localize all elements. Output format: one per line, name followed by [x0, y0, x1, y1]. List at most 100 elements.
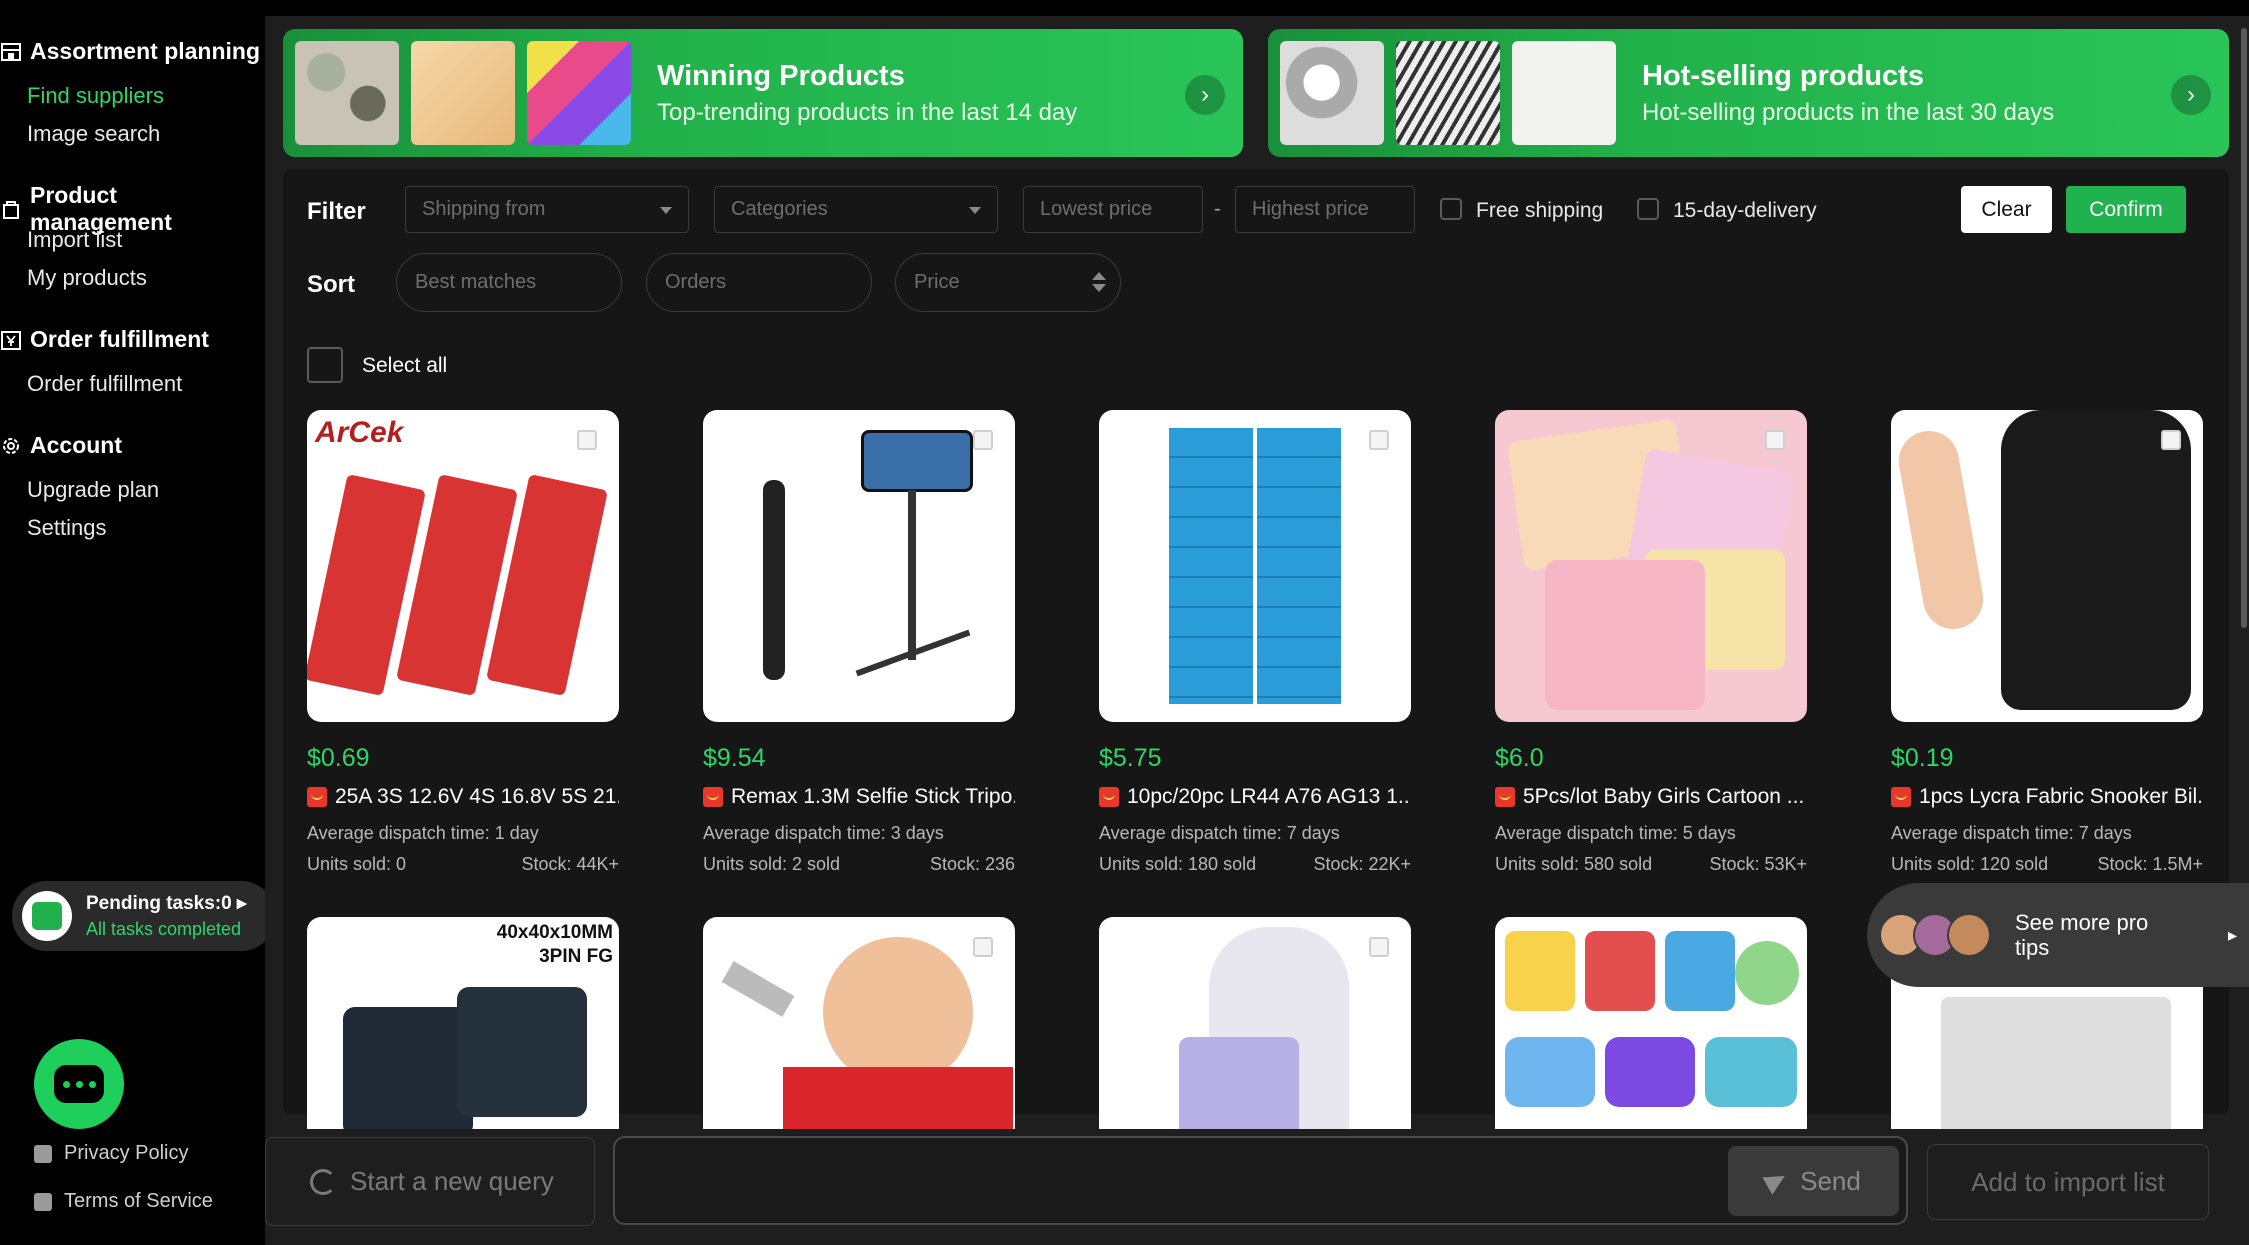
banner-winning-products[interactable]: Winning Products Top-trending products i…: [283, 29, 1243, 157]
price-range-dash: -: [1214, 198, 1221, 220]
delivery-checkbox[interactable]: [1637, 198, 1659, 220]
product-price: $9.54: [703, 744, 766, 772]
lowest-price-input[interactable]: Lowest price: [1023, 186, 1203, 233]
product-select-checkbox[interactable]: [1369, 430, 1389, 450]
sidebar-item-upgrade-plan[interactable]: Upgrade plan: [27, 477, 159, 503]
store-icon: [0, 41, 22, 63]
free-shipping-checkbox[interactable]: [1440, 198, 1462, 220]
privacy-policy-link[interactable]: Privacy Policy: [34, 1142, 188, 1165]
product-select-checkbox[interactable]: [973, 937, 993, 957]
section-title: Account: [30, 432, 122, 458]
banner-thumb: [527, 41, 631, 145]
product-name[interactable]: 10pc/20pc LR44 A76 AG13 1....: [1099, 785, 1411, 809]
sort-orders[interactable]: Orders: [646, 253, 872, 312]
yen-box-icon: [0, 329, 22, 351]
chevron-right-icon[interactable]: ›: [2171, 75, 2211, 115]
gear-icon: [0, 435, 22, 457]
sidebar-item-my-products[interactable]: My products: [27, 265, 147, 291]
clear-button[interactable]: Clear: [1961, 186, 2052, 233]
sidebar-item-order-fulfillment[interactable]: Order fulfillment: [27, 371, 182, 397]
confirm-button[interactable]: Confirm: [2066, 186, 2186, 233]
banner-title: Winning Products: [657, 59, 905, 92]
product-card[interactable]: $0.19 1pcs Lycra Fabric Snooker Bil... A…: [1891, 410, 2203, 875]
pro-tips-pill[interactable]: See more pro tips ▸: [1867, 883, 2249, 987]
product-card[interactable]: [1099, 917, 1411, 1129]
add-to-import-list-button[interactable]: Add to import list: [1927, 1144, 2209, 1220]
sort-price[interactable]: Price: [895, 253, 1121, 312]
terms-link[interactable]: Terms of Service: [34, 1190, 213, 1213]
sidebar-item-image-search[interactable]: Image search: [27, 121, 160, 147]
section-title: Order fulfillment: [30, 326, 209, 352]
product-card[interactable]: [1495, 917, 1807, 1129]
send-icon: [1762, 1167, 1790, 1195]
product-card[interactable]: ArCek $0.69 25A 3S 12.6V 4S 16.8V 5S 21.…: [307, 410, 619, 875]
product-name-text: 5Pcs/lot Baby Girls Cartoon ...: [1523, 785, 1805, 808]
product-name[interactable]: 1pcs Lycra Fabric Snooker Bil...: [1891, 785, 2203, 809]
section-title: Assortment planning: [30, 38, 261, 64]
stock: Stock: 236: [929, 854, 1015, 874]
categories-value: Categories: [731, 198, 828, 220]
select-all-checkbox[interactable]: [307, 347, 343, 383]
banner-thumb: [411, 41, 515, 145]
product-select-checkbox[interactable]: [973, 430, 993, 450]
product-image[interactable]: [1891, 410, 2203, 722]
banner-hot-selling[interactable]: Hot-selling products Hot-selling product…: [1268, 29, 2229, 157]
product-image[interactable]: [1099, 410, 1411, 722]
stock: Stock: 44K+: [521, 854, 619, 874]
caret-right-icon: ▸: [237, 893, 247, 914]
send-button[interactable]: Send: [1728, 1146, 1899, 1216]
chat-button[interactable]: [34, 1039, 124, 1129]
product-image[interactable]: ArCek: [307, 410, 619, 722]
product-name[interactable]: 25A 3S 12.6V 4S 16.8V 5S 21...: [307, 785, 619, 809]
dispatch-time: Average dispatch time: 5 days: [1495, 823, 1736, 843]
sort-label: Sort: [307, 271, 355, 298]
product-card[interactable]: [703, 917, 1015, 1129]
chat-icon: [54, 1065, 104, 1103]
product-image[interactable]: [703, 410, 1015, 722]
calendar-icon: [22, 891, 72, 941]
dispatch-time: Average dispatch time: 7 days: [1099, 823, 1340, 843]
delivery-label: 15-day-delivery: [1673, 199, 1817, 222]
product-select-checkbox[interactable]: [1765, 430, 1785, 450]
sidebar-item-find-suppliers[interactable]: Find suppliers: [27, 83, 164, 109]
shipping-from-value: Shipping from: [422, 198, 546, 220]
product-price: $6.0: [1495, 744, 1544, 772]
product-image[interactable]: [1495, 410, 1807, 722]
sidebar-section-account: Account: [0, 432, 122, 459]
product-card[interactable]: $9.54 Remax 1.3M Selfie Stick Tripo... A…: [703, 410, 1015, 875]
product-name[interactable]: 5Pcs/lot Baby Girls Cartoon ...: [1495, 785, 1807, 809]
product-select-checkbox[interactable]: [1369, 937, 1389, 957]
stock: Stock: 1.5M+: [2097, 854, 2203, 874]
product-card[interactable]: $5.75 10pc/20pc LR44 A76 AG13 1.... Aver…: [1099, 410, 1411, 875]
dispatch-time: Average dispatch time: 3 days: [703, 823, 944, 843]
product-price: $5.75: [1099, 744, 1162, 772]
highest-price-input[interactable]: Highest price: [1235, 186, 1415, 233]
sidebar-item-import-list[interactable]: Import list: [27, 227, 122, 253]
sidebar-section-order-fulfillment: Order fulfillment: [0, 326, 209, 353]
aliexpress-icon: [703, 787, 723, 807]
scrollbar[interactable]: [2241, 28, 2247, 628]
banner-title: Hot-selling products: [1642, 59, 1924, 92]
chevron-right-icon[interactable]: ›: [1185, 75, 1225, 115]
product-select-checkbox[interactable]: [2161, 430, 2181, 450]
product-image-label: 40x40x10MM 3PIN FG: [496, 922, 613, 967]
units-stock-row: Units sold: 0 Stock: 44K+: [307, 854, 619, 875]
query-input[interactable]: [613, 1136, 1908, 1225]
banner-subtitle: Top-trending products in the last 14 day: [657, 98, 1078, 126]
product-card[interactable]: 40x40x10MM 3PIN FG: [307, 917, 619, 1129]
sidebar-section-assortment: Assortment planning: [0, 38, 260, 65]
send-label: Send: [1800, 1165, 1861, 1196]
categories-select[interactable]: Categories: [714, 186, 998, 233]
pending-tasks-pill[interactable]: Pending tasks:0 ▸ All tasks completed: [12, 881, 276, 951]
product-card[interactable]: $6.0 5Pcs/lot Baby Girls Cartoon ... Ave…: [1495, 410, 1807, 875]
sidebar-item-settings[interactable]: Settings: [27, 515, 107, 541]
shipping-from-select[interactable]: Shipping from: [405, 186, 689, 233]
new-query-button[interactable]: Start a new query: [265, 1137, 595, 1226]
sort-best-matches[interactable]: Best matches: [396, 253, 622, 312]
product-select-checkbox[interactable]: [577, 430, 597, 450]
bag-icon: [0, 198, 22, 220]
banner-thumb: [1280, 41, 1384, 145]
select-all-label: Select all: [362, 354, 448, 377]
dispatch-time: Average dispatch time: 1 day: [307, 823, 539, 843]
product-name[interactable]: Remax 1.3M Selfie Stick Tripo...: [703, 785, 1015, 809]
